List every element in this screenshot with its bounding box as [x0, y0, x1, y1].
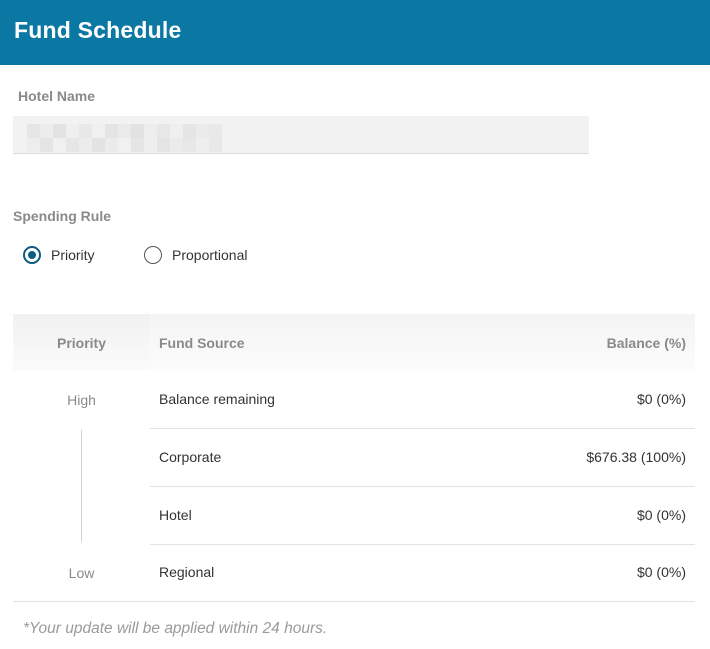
- balance-cell: $676.38 (100%): [586, 449, 686, 465]
- table-row: Hotel $0 (0%): [150, 487, 695, 545]
- fund-source-cell: Hotel: [159, 507, 192, 523]
- column-header-fund-source: Fund Source: [159, 335, 245, 351]
- table-row: Regional $0 (0%): [150, 544, 695, 601]
- table-row: Balance remaining $0 (0%): [150, 371, 695, 429]
- table-header: Priority Fund Source Balance (%): [13, 314, 695, 371]
- spending-rule-label: Spending Rule: [13, 208, 111, 224]
- balance-cell: $0 (0%): [636, 564, 686, 580]
- priority-scale-line: [81, 430, 82, 542]
- priority-low-label: Low: [68, 565, 95, 581]
- radio-proportional-label: Proportional: [172, 247, 248, 263]
- radio-unselected-icon[interactable]: [144, 246, 162, 264]
- table-row: Corporate $676.38 (100%): [150, 429, 695, 487]
- hotel-name-label: Hotel Name: [18, 88, 96, 104]
- column-header-priority: Priority: [56, 335, 106, 351]
- fund-source-cell: Regional: [159, 564, 215, 580]
- balance-cell: $0 (0%): [636, 507, 686, 523]
- table-divider: [13, 601, 695, 602]
- radio-priority[interactable]: Priority: [23, 246, 95, 264]
- fund-source-cell: Balance remaining: [159, 391, 275, 407]
- fund-source-cell: Corporate: [159, 449, 222, 465]
- redacted-hotel-name: [27, 124, 222, 152]
- page-title: Fund Schedule: [14, 17, 182, 43]
- balance-cell: $0 (0%): [636, 391, 686, 407]
- column-header-balance: Balance (%): [606, 335, 686, 351]
- page-header: Fund Schedule: [0, 0, 710, 65]
- radio-selected-icon[interactable]: [23, 246, 41, 264]
- radio-proportional[interactable]: Proportional: [144, 246, 248, 264]
- priority-high-label: High: [67, 392, 96, 408]
- radio-priority-label: Priority: [51, 247, 95, 263]
- update-note: *Your update will be applied within 24 h…: [23, 620, 328, 637]
